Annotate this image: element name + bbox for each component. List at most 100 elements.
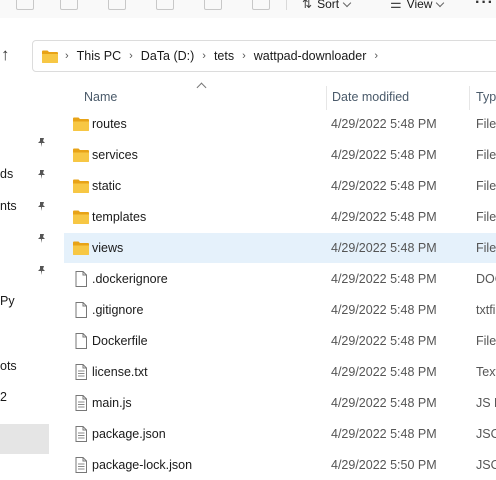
- view-label: View: [406, 0, 433, 11]
- text-file-icon: [75, 457, 87, 473]
- file-date: 4/29/2022 5:48 PM: [331, 303, 437, 317]
- chevron-right-icon[interactable]: ›: [202, 50, 206, 62]
- column-header-name[interactable]: Name: [84, 90, 117, 104]
- folder-icon: [73, 210, 89, 224]
- share-icon[interactable]: [204, 0, 222, 10]
- text-file-icon: [75, 364, 87, 380]
- file-type: File: [476, 148, 496, 162]
- list-item[interactable]: .dockerignore 4/29/2022 5:48 PM DOC: [64, 264, 496, 294]
- breadcrumb-drive[interactable]: DaTa (D:): [141, 49, 194, 63]
- file-name: templates: [92, 210, 147, 224]
- text-file-icon: [75, 426, 87, 442]
- file-type: JS F: [476, 396, 496, 410]
- toolbar-divider: [286, 0, 287, 10]
- sidebar-selected-item[interactable]: [0, 424, 49, 454]
- chevron-down-icon: [342, 0, 352, 7]
- column-header-type[interactable]: Type: [476, 90, 496, 104]
- file-name: static: [92, 179, 122, 193]
- list-item[interactable]: routes 4/29/2022 5:48 PM File: [64, 109, 496, 139]
- file-icon: [75, 302, 87, 318]
- text-file-icon: [75, 395, 87, 411]
- list-item[interactable]: license.txt 4/29/2022 5:48 PM Text: [64, 357, 496, 387]
- file-date: 4/29/2022 5:48 PM: [331, 272, 437, 286]
- file-name: main.js: [92, 396, 132, 410]
- file-date: 4/29/2022 5:48 PM: [331, 117, 437, 131]
- chevron-down-icon: [436, 0, 445, 7]
- pin-icon: [38, 202, 45, 211]
- folder-icon: [73, 179, 89, 193]
- pin-icon: [38, 266, 45, 275]
- sort-button[interactable]: ⇅ Sort: [302, 0, 352, 12]
- file-type: File: [476, 334, 496, 348]
- sort-label: Sort: [317, 0, 340, 11]
- breadcrumb-wattpad-downloader[interactable]: wattpad-downloader: [254, 49, 367, 63]
- file-date: 4/29/2022 5:48 PM: [331, 334, 437, 348]
- list-item[interactable]: main.js 4/29/2022 5:48 PM JS F: [64, 388, 496, 418]
- chevron-right-icon[interactable]: ›: [65, 50, 69, 62]
- file-type: File: [476, 210, 496, 224]
- address-bar[interactable]: › This PC › DaTa (D:) › tets › wattpad-d…: [32, 40, 496, 72]
- pin-icon: [38, 170, 45, 179]
- file-name: .dockerignore: [92, 272, 168, 286]
- folder-icon: [73, 148, 89, 162]
- file-name: Dockerfile: [92, 334, 148, 348]
- file-type: Text: [476, 365, 496, 379]
- more-options-button[interactable]: ···: [475, 0, 494, 12]
- list-item[interactable]: package.json 4/29/2022 5:48 PM JSO: [64, 419, 496, 449]
- column-header-date-modified[interactable]: Date modified: [332, 90, 409, 104]
- pin-icon: [38, 138, 45, 147]
- file-date: 4/29/2022 5:48 PM: [331, 396, 437, 410]
- folder-icon: [73, 117, 89, 131]
- view-button[interactable]: ☰ View: [390, 0, 445, 12]
- file-date: 4/29/2022 5:48 PM: [331, 427, 437, 441]
- list-item[interactable]: package-lock.json 4/29/2022 5:50 PM JSO: [64, 450, 496, 480]
- pin-icon: [38, 234, 45, 243]
- sort-icon: ⇅: [302, 0, 313, 11]
- list-item[interactable]: .gitignore 4/29/2022 5:48 PM txtfi: [64, 295, 496, 325]
- list-item[interactable]: templates 4/29/2022 5:48 PM File: [64, 202, 496, 232]
- file-name: package-lock.json: [92, 458, 193, 472]
- view-icon: ☰: [390, 0, 402, 11]
- sidebar-item-2[interactable]: 2: [0, 390, 7, 404]
- chevron-right-icon[interactable]: ›: [129, 50, 133, 62]
- sidebar-item-documents[interactable]: nts: [0, 199, 17, 213]
- file-name: package.json: [92, 427, 166, 441]
- file-type: DOC: [476, 272, 496, 286]
- file-date: 4/29/2022 5:48 PM: [331, 241, 437, 255]
- file-date: 4/29/2022 5:48 PM: [331, 179, 437, 193]
- column-divider[interactable]: [469, 86, 470, 110]
- delete-icon[interactable]: [252, 0, 270, 10]
- list-item[interactable]: static 4/29/2022 5:48 PM File: [64, 171, 496, 201]
- folder-icon: [42, 50, 58, 63]
- breadcrumb-this-pc[interactable]: This PC: [77, 49, 121, 63]
- folder-icon: [73, 241, 89, 255]
- rename-icon[interactable]: [156, 0, 174, 10]
- sidebar-item-downloads[interactable]: ds: [0, 167, 13, 181]
- chevron-right-icon[interactable]: ›: [242, 50, 246, 62]
- paste-icon[interactable]: [108, 0, 126, 10]
- file-name: license.txt: [92, 365, 148, 379]
- column-divider[interactable]: [326, 86, 327, 110]
- copy-icon[interactable]: [60, 0, 78, 10]
- chevron-right-icon[interactable]: ›: [374, 50, 378, 62]
- column-headers: Name Date modified Type: [56, 82, 496, 110]
- navigation-pane: ds nts Py ots 2: [0, 80, 56, 475]
- breadcrumb-tets[interactable]: tets: [214, 49, 234, 63]
- file-icon: [75, 333, 87, 349]
- list-item-selected[interactable]: views 4/29/2022 5:48 PM File: [64, 233, 496, 263]
- file-type: txtfi: [476, 303, 496, 317]
- file-date: 4/29/2022 5:50 PM: [331, 458, 437, 472]
- list-item[interactable]: services 4/29/2022 5:48 PM File: [64, 140, 496, 170]
- file-type: JSO: [476, 427, 496, 441]
- up-arrow-icon[interactable]: ↑: [1, 45, 21, 67]
- file-type: JSO: [476, 458, 496, 472]
- file-name: services: [92, 148, 138, 162]
- list-item[interactable]: Dockerfile 4/29/2022 5:48 PM File: [64, 326, 496, 356]
- cut-icon[interactable]: [16, 0, 34, 10]
- sidebar-item-py[interactable]: Py: [0, 294, 15, 308]
- command-bar: ⇅ Sort ☰ View ···: [0, 0, 496, 18]
- file-type: File: [476, 179, 496, 193]
- sidebar-item-screenshots[interactable]: ots: [0, 359, 17, 373]
- file-date: 4/29/2022 5:48 PM: [331, 210, 437, 224]
- file-name: views: [92, 241, 124, 255]
